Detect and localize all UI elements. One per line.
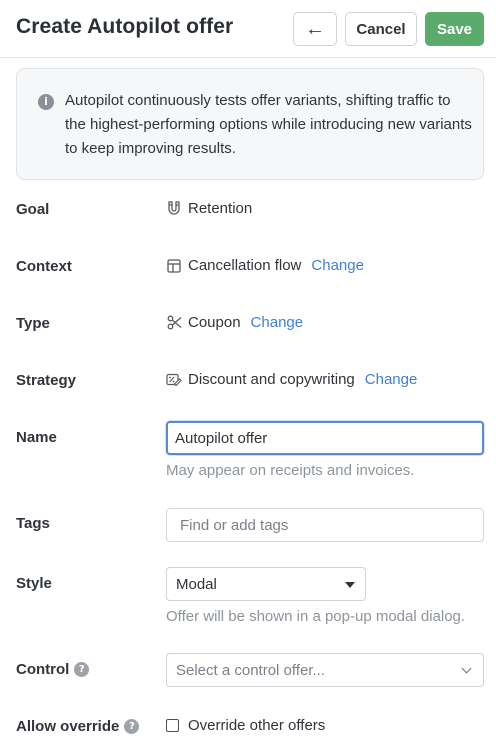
help-icon[interactable]: ? — [124, 719, 140, 734]
type-change-link[interactable]: Change — [251, 314, 304, 331]
info-icon: i — [38, 94, 54, 110]
context-value-row: Cancellation flow Change — [166, 257, 364, 274]
scissors-icon — [166, 315, 182, 331]
type-value-row: Coupon Change — [166, 314, 303, 331]
style-hint: Offer will be shown in a pop-up modal di… — [166, 608, 466, 625]
style-selected-value: Modal — [176, 575, 217, 593]
goal-label: Goal — [16, 201, 50, 218]
caret-down-icon — [345, 582, 355, 588]
style-select[interactable]: Modal — [166, 567, 366, 601]
page-header: Create Autopilot offer ← Cancel Save — [0, 0, 496, 58]
help-icon[interactable]: ? — [74, 662, 90, 677]
type-label: Type — [16, 315, 50, 332]
discount-copy-icon — [166, 372, 182, 388]
name-input[interactable] — [166, 421, 484, 455]
context-value: Cancellation flow — [188, 257, 302, 274]
name-label: Name — [16, 429, 57, 446]
control-placeholder: Select a control offer... — [176, 661, 325, 679]
tags-input[interactable] — [166, 508, 484, 542]
allow-override-label-text: Allow override — [16, 718, 120, 735]
goal-value-row: Retention — [166, 200, 252, 217]
layout-icon — [166, 258, 182, 274]
info-callout: i Autopilot continuously tests offer var… — [16, 68, 484, 180]
info-text: Autopilot continuously tests offer varia… — [65, 92, 472, 157]
override-checkbox[interactable] — [166, 719, 179, 732]
cancel-button[interactable]: Cancel — [345, 12, 417, 46]
strategy-value: Discount and copywriting — [188, 371, 355, 388]
chevron-down-icon — [461, 663, 472, 674]
name-hint: May appear on receipts and invoices. — [166, 462, 415, 479]
control-label: Control ? — [16, 661, 90, 678]
page-title: Create Autopilot offer — [16, 15, 234, 38]
save-button[interactable]: Save — [425, 12, 484, 46]
context-change-link[interactable]: Change — [311, 257, 364, 274]
control-label-text: Control — [16, 661, 70, 678]
override-checkbox-label[interactable]: Override other offers — [188, 717, 325, 734]
strategy-label: Strategy — [16, 372, 77, 389]
style-label: Style — [16, 575, 52, 592]
strategy-value-row: Discount and copywriting Change — [166, 371, 417, 388]
strategy-change-link[interactable]: Change — [365, 371, 418, 388]
type-value: Coupon — [188, 314, 241, 331]
control-select[interactable]: Select a control offer... — [166, 653, 484, 687]
context-label: Context — [16, 258, 72, 275]
arrow-left-icon: ← — [305, 17, 325, 40]
goal-value: Retention — [188, 200, 253, 217]
magnet-icon — [166, 201, 182, 217]
override-checkbox-row[interactable]: Override other offers — [166, 717, 325, 734]
tags-label: Tags — [16, 515, 50, 532]
allow-override-label: Allow override ? — [16, 718, 140, 735]
back-button[interactable]: ← — [293, 12, 337, 46]
